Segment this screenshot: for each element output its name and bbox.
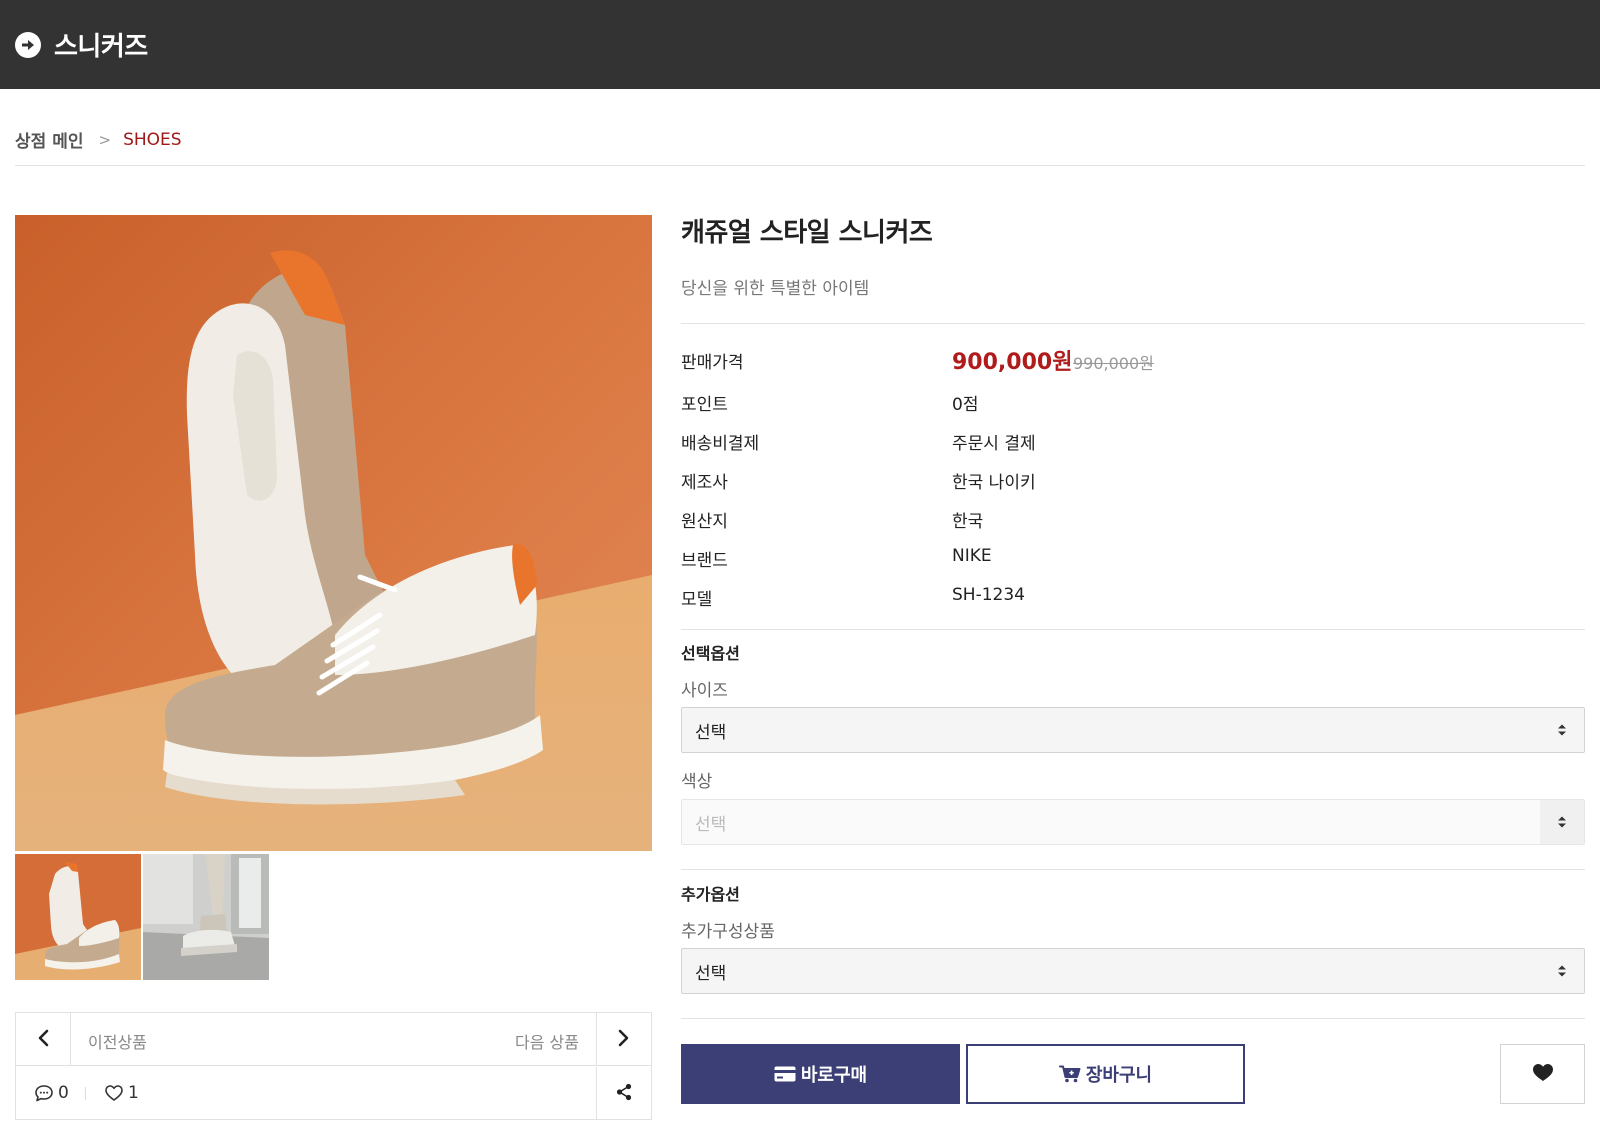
- options-title: 선택옵션: [681, 644, 740, 663]
- info-value-shipping: 주문시 결제: [952, 434, 1036, 454]
- extra-component-label: 추가구성상품: [681, 922, 775, 942]
- wishlist-button[interactable]: [1500, 1044, 1585, 1104]
- info-label-origin: 원산지: [681, 512, 728, 532]
- product-name: 캐쥬얼 스타일 스니커즈: [681, 218, 933, 248]
- price-label: 판매가격: [681, 353, 744, 373]
- comment-count[interactable]: 0: [34, 1083, 69, 1103]
- info-value-manufacturer: 한국 나이키: [952, 473, 1036, 493]
- info-value-model: SH-1234: [952, 585, 1025, 605]
- info-label-point: 포인트: [681, 395, 728, 415]
- like-count[interactable]: 1: [104, 1083, 139, 1103]
- info-label-model: 모델: [681, 590, 713, 610]
- stats-row: 0 1: [16, 1067, 651, 1120]
- prev-product-button[interactable]: [16, 1013, 71, 1066]
- like-count-value: 1: [128, 1083, 139, 1103]
- comment-count-value: 0: [58, 1083, 69, 1103]
- color-select[interactable]: 선택: [681, 799, 1585, 845]
- size-select-value: 선택: [695, 722, 727, 743]
- breadcrumb-separator: >: [98, 130, 112, 149]
- breadcrumb-home-link[interactable]: 상점 메인: [15, 127, 83, 152]
- sale-price: 900,000원: [952, 350, 1073, 375]
- comment-icon: [34, 1084, 54, 1102]
- arrow-circle-right-icon: [15, 31, 41, 58]
- page-title: 스니커즈: [54, 32, 148, 62]
- credit-card-icon: [774, 1066, 796, 1082]
- prev-product-link[interactable]: 이전상품: [88, 1029, 147, 1053]
- chevron-right-icon: [618, 1029, 630, 1051]
- product-navigation: 이전상품 다음 상품 0 1: [15, 1012, 652, 1120]
- extra-options-title: 추가옵션: [681, 885, 740, 904]
- prev-next-row: 이전상품 다음 상품: [16, 1013, 651, 1066]
- thumbnail-image[interactable]: [143, 854, 269, 980]
- heart-outline-icon: [104, 1084, 124, 1102]
- thumbnail-image[interactable]: [15, 854, 141, 980]
- select-arrows-icon: [1540, 708, 1584, 752]
- extra-component-select[interactable]: 선택: [681, 948, 1585, 994]
- size-label: 사이즈: [681, 681, 728, 701]
- color-select-value: 선택: [695, 814, 727, 835]
- next-product-button[interactable]: [596, 1013, 651, 1066]
- info-value-brand: NIKE: [952, 546, 992, 566]
- add-to-cart-label: 장바구니: [1085, 1065, 1153, 1086]
- breadcrumb: 상점 메인 > SHOES: [15, 127, 182, 153]
- heart-icon: [1532, 1063, 1554, 1086]
- stats-separator: [85, 1087, 86, 1100]
- info-label-brand: 브랜드: [681, 551, 728, 571]
- info-value-point: 0점: [952, 395, 979, 415]
- info-label-shipping: 배송비결제: [681, 434, 760, 454]
- size-select[interactable]: 선택: [681, 707, 1585, 753]
- breadcrumb-divider: [15, 165, 1585, 166]
- buy-now-label: 바로구매: [800, 1065, 868, 1086]
- extra-component-select-value: 선택: [695, 963, 727, 984]
- info-label-manufacturer: 제조사: [681, 473, 728, 493]
- cart-plus-icon: [1058, 1065, 1081, 1083]
- divider: [681, 869, 1585, 870]
- breadcrumb-current-link[interactable]: SHOES: [123, 130, 182, 150]
- top-bar: 스니커즈: [0, 0, 1600, 89]
- divider: [681, 629, 1585, 630]
- select-arrows-icon: [1540, 800, 1584, 844]
- chevron-left-icon: [37, 1029, 49, 1051]
- info-value-origin: 한국: [952, 512, 984, 532]
- divider: [681, 1018, 1585, 1019]
- add-to-cart-button[interactable]: 장바구니: [966, 1044, 1245, 1104]
- share-button[interactable]: [596, 1067, 651, 1120]
- original-price: 990,000원: [1073, 354, 1154, 373]
- main-product-image: [15, 215, 652, 851]
- share-icon: [616, 1083, 632, 1105]
- next-product-link[interactable]: 다음 상품: [515, 1029, 579, 1053]
- product-description: 당신을 위한 특별한 아이템: [681, 279, 870, 299]
- buy-now-button[interactable]: 바로구매: [681, 1044, 960, 1104]
- color-label: 색상: [681, 772, 713, 792]
- divider: [681, 323, 1585, 324]
- select-arrows-icon: [1540, 949, 1584, 993]
